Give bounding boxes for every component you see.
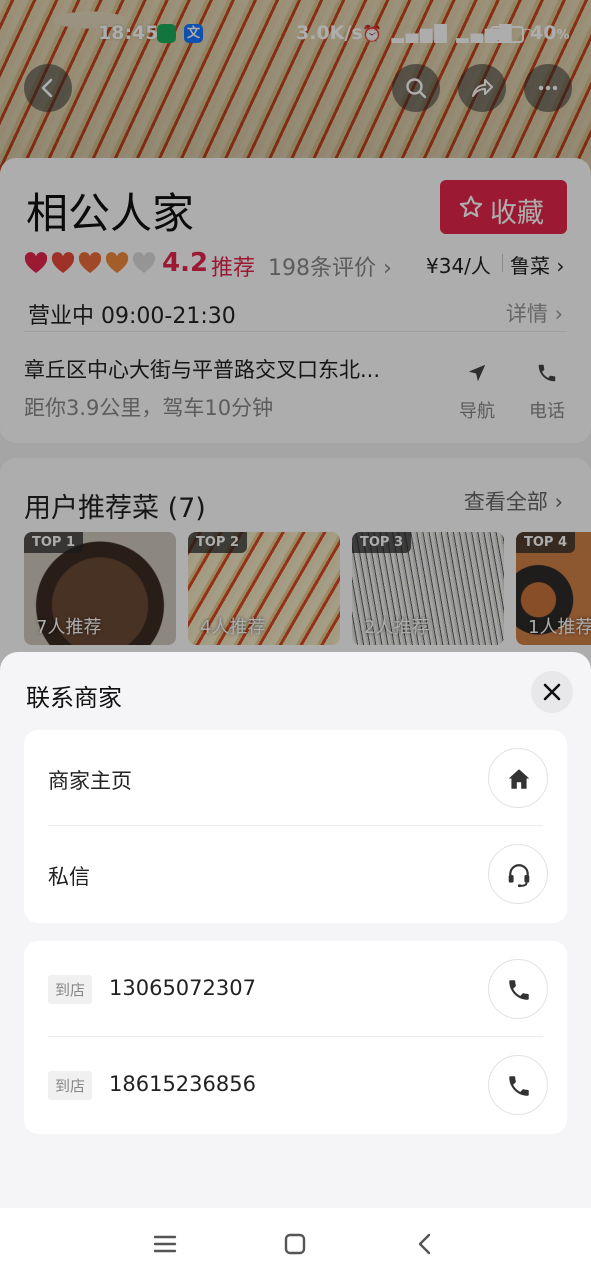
private-message-row[interactable]: 私信	[48, 826, 548, 922]
call-phone-button[interactable]	[488, 959, 548, 1019]
call-phone-button[interactable]	[488, 1055, 548, 1115]
phone-row[interactable]: 到店 13065072307	[48, 941, 548, 1037]
merchant-homepage-label: 商家主页	[48, 769, 132, 793]
merchant-homepage-row[interactable]: 商家主页	[48, 730, 548, 826]
close-button[interactable]	[531, 671, 573, 713]
contact-options-group: 商家主页 私信	[24, 730, 567, 923]
headset-icon	[508, 864, 530, 888]
contact-merchant-sheet: 联系商家 商家主页 私信 到店 13065072307 到店 186152368…	[0, 652, 591, 1208]
home-nav-icon[interactable]	[283, 1232, 307, 1256]
menu-icon[interactable]	[153, 1232, 177, 1256]
in-store-chip: 到店	[48, 1071, 93, 1100]
phone-number: 18615236856	[109, 1072, 256, 1096]
phone-icon	[509, 980, 529, 1000]
phone-numbers-group: 到店 13065072307 到店 18615236856	[24, 941, 567, 1134]
phone-row[interactable]: 到店 18615236856	[48, 1037, 548, 1133]
back-nav-icon[interactable]	[413, 1232, 437, 1256]
private-message-button[interactable]	[488, 844, 548, 904]
private-message-label: 私信	[48, 865, 90, 889]
phone-icon	[509, 1076, 529, 1096]
close-icon	[543, 683, 561, 701]
in-store-chip: 到店	[48, 975, 93, 1004]
home-icon	[508, 769, 530, 789]
system-navigation-bar	[0, 1208, 591, 1280]
merchant-homepage-button[interactable]	[488, 748, 548, 808]
phone-number: 13065072307	[109, 976, 256, 1000]
sheet-title: 联系商家	[26, 684, 122, 712]
